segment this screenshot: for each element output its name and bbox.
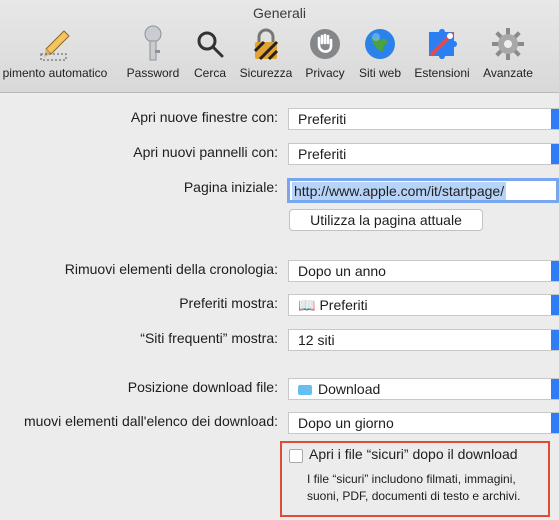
safe-files-help-text: I file “sicuri” includono filmati, immag… [307, 472, 521, 503]
open-safe-files-label[interactable]: Apri i file “sicuri” dopo il download [309, 446, 518, 462]
remove-download-list-value: Dopo un giorno [298, 415, 394, 431]
safari-preferences-window: Generali pimento automatico Password Cer… [0, 0, 559, 520]
new-windows-value: Preferiti [298, 111, 347, 127]
toolbar-label-websites: Siti web [358, 66, 402, 80]
book-icon: 📖 [298, 297, 316, 313]
toolbar-item-search[interactable]: Cerca [188, 22, 232, 88]
homepage-url: http://www.apple.com/it/startpage/ [292, 182, 507, 200]
toolbar-label-search: Cerca [193, 66, 226, 80]
top-sites-label: “Siti frequenti” mostra: [140, 330, 278, 346]
toolbar-item-security[interactable]: Sicurezza [235, 22, 297, 88]
favorites-shows-value: Preferiti [319, 297, 368, 313]
top-sites-value: 12 siti [298, 332, 335, 348]
toolbar-item-websites[interactable]: Siti web [352, 22, 408, 88]
general-preferences-panel: Apri nuove finestre con: Preferiti Apri … [0, 92, 559, 520]
toolbar-item-autofill[interactable]: pimento automatico [0, 22, 118, 88]
popup-arrow-icon [551, 413, 559, 433]
popup-arrow-icon [551, 144, 559, 164]
key-icon [132, 24, 174, 64]
toolbar-label-security: Sicurezza [239, 66, 293, 80]
toolbar-label-privacy: Privacy [305, 66, 345, 80]
gear-icon [487, 24, 529, 64]
toolbar-label-password: Password [126, 66, 180, 80]
toolbar-item-extensions[interactable]: Estensioni [410, 22, 474, 88]
pencil-icon [34, 24, 76, 64]
toolbar-item-password[interactable]: Password [121, 22, 185, 88]
hand-icon [304, 24, 346, 64]
toolbar-label-autofill: pimento automatico [2, 66, 108, 80]
favorites-shows-label: Preferiti mostra: [179, 295, 278, 311]
new-windows-label: Apri nuove finestre con: [130, 109, 278, 125]
popup-arrow-icon [551, 295, 559, 315]
popup-arrow-icon [551, 330, 559, 350]
remove-history-label: Rimuovi elementi della cronologia: [64, 261, 278, 277]
top-sites-popup[interactable]: 12 siti [288, 329, 559, 351]
use-current-page-button[interactable]: Utilizza la pagina attuale [289, 209, 483, 231]
toolbar-item-privacy[interactable]: Privacy [298, 22, 352, 88]
homepage-input[interactable]: http://www.apple.com/it/startpage/ [287, 178, 559, 203]
remove-history-popup[interactable]: Dopo un anno [288, 260, 559, 282]
popup-arrow-icon [551, 261, 559, 281]
open-safe-files-checkbox[interactable] [289, 449, 303, 463]
remove-download-list-label: muovi elementi dall'elenco dei download: [23, 413, 278, 429]
folder-icon [298, 385, 312, 395]
homepage-label: Pagina iniziale: [183, 179, 278, 195]
download-location-label: Posizione download file: [127, 379, 278, 395]
new-windows-popup[interactable]: Preferiti [288, 108, 559, 130]
new-tabs-popup[interactable]: Preferiti [288, 143, 559, 165]
preferences-toolbar: Generali pimento automatico Password Cer… [0, 0, 559, 93]
remove-history-value: Dopo un anno [298, 263, 386, 279]
favorites-shows-popup[interactable]: 📖 Preferiti [288, 294, 559, 316]
toolbar-item-advanced[interactable]: Avanzate [476, 22, 540, 88]
globe-icon [359, 24, 401, 64]
download-location-value: Download [318, 381, 381, 397]
new-tabs-value: Preferiti [298, 146, 347, 162]
window-title: Generali [253, 5, 306, 21]
download-location-popup[interactable]: Download [288, 378, 559, 400]
popup-arrow-icon [551, 109, 559, 129]
new-tabs-label: Apri nuovi pannelli con: [133, 144, 278, 160]
lock-icon [245, 24, 287, 64]
toolbar-label-advanced: Avanzate [483, 66, 533, 80]
search-icon [189, 24, 231, 64]
popup-arrow-icon [551, 379, 559, 399]
puzzle-icon [421, 24, 463, 64]
toolbar-label-extensions: Estensioni [414, 66, 470, 80]
remove-download-list-popup[interactable]: Dopo un giorno [288, 412, 559, 434]
